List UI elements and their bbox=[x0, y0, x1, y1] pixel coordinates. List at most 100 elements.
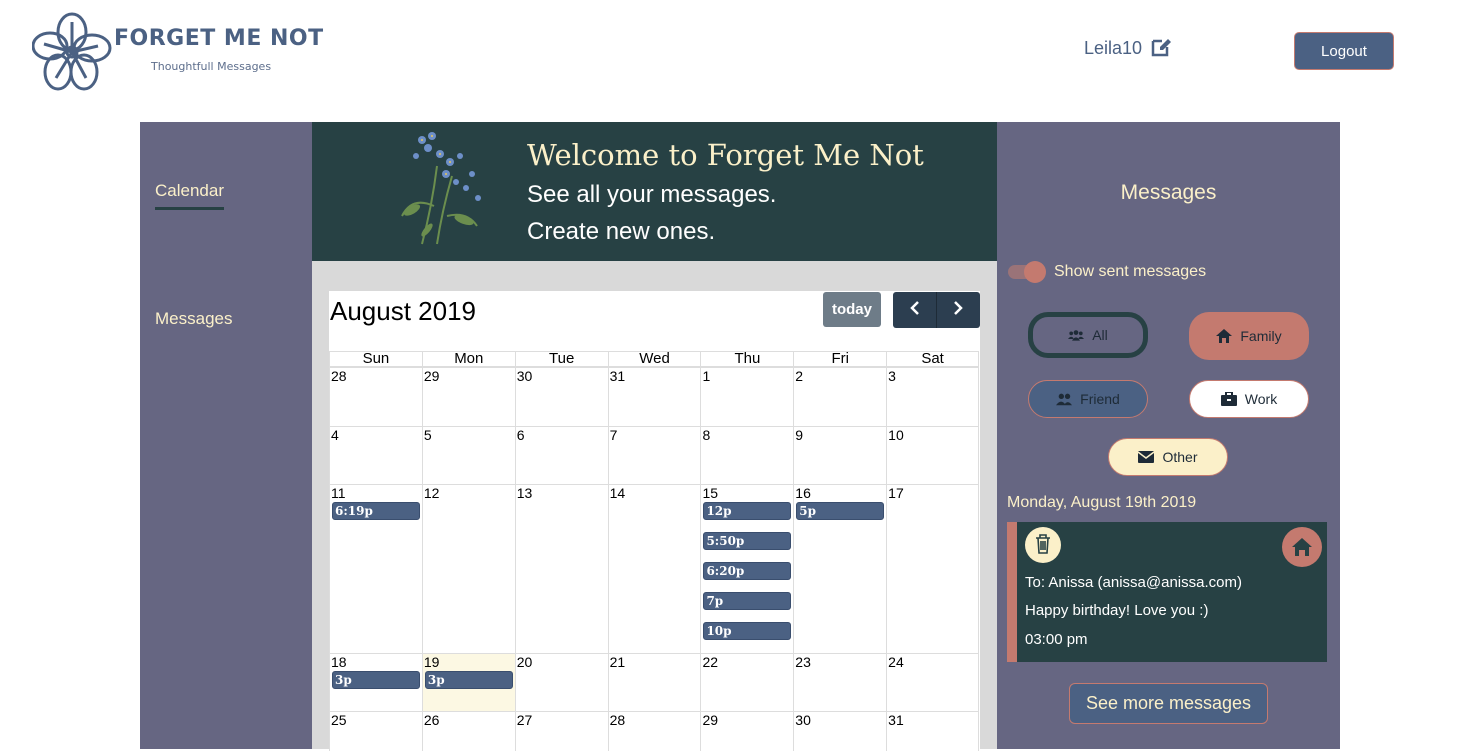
calendar-day-cell[interactable]: 23 bbox=[793, 653, 887, 711]
filter-work-button[interactable]: Work bbox=[1189, 380, 1309, 418]
filter-friend-button[interactable]: Friend bbox=[1028, 380, 1148, 418]
edit-icon[interactable] bbox=[1151, 37, 1173, 57]
home-icon bbox=[1292, 538, 1312, 556]
calendar-day-cell[interactable]: 7 bbox=[607, 426, 701, 484]
day-number: 11 bbox=[331, 485, 346, 501]
calendar-day-cell[interactable]: 6 bbox=[514, 426, 608, 484]
day-of-week-sat: Sat bbox=[886, 351, 980, 367]
calendar-day-cell[interactable]: 2 bbox=[793, 367, 887, 426]
calendar-day-cell[interactable]: 30 bbox=[514, 367, 608, 426]
calendar-day-cell[interactable]: 13 bbox=[514, 484, 608, 653]
day-number: 19 bbox=[423, 654, 440, 670]
messages-panel-title: Messages bbox=[1120, 181, 1217, 204]
left-sidebar: Calendar Messages bbox=[140, 122, 312, 749]
day-of-week-fri: Fri bbox=[793, 351, 887, 367]
day-number: 10 bbox=[888, 427, 904, 443]
calendar-day-cell[interactable]: 8 bbox=[700, 426, 794, 484]
nav-item-calendar[interactable]: Calendar bbox=[155, 181, 224, 210]
calendar-event[interactable]: 3p bbox=[424, 671, 513, 689]
calendar-day-cell[interactable]: 4 bbox=[329, 426, 422, 484]
message-date-heading: Monday, August 19th 2019 bbox=[1007, 494, 1197, 511]
calendar-day-cell[interactable]: 29 bbox=[421, 367, 515, 426]
logout-button[interactable]: Logout bbox=[1294, 32, 1394, 70]
calendar-day-cell[interactable]: 21 bbox=[607, 653, 701, 711]
day-number: 24 bbox=[888, 654, 904, 670]
day-number: 7 bbox=[609, 427, 618, 443]
day-number: 14 bbox=[609, 485, 626, 501]
day-number: 29 bbox=[423, 368, 440, 384]
calendar-day-cell[interactable]: 10 bbox=[886, 426, 980, 484]
calendar-event[interactable]: 7p bbox=[703, 592, 792, 610]
calendar-day-cell[interactable]: 28 bbox=[329, 367, 422, 426]
calendar-title: August 2019 bbox=[330, 296, 477, 326]
calendar-day-cell[interactable]: 9 bbox=[793, 426, 887, 484]
calendar-day-cell[interactable]: 27 bbox=[514, 711, 608, 751]
day-of-week-thu: Thu bbox=[700, 351, 794, 367]
calendar-day-cell[interactable]: 18 3p bbox=[329, 653, 422, 711]
show-sent-toggle[interactable] bbox=[1008, 261, 1046, 283]
calendar-day-cell[interactable]: 17 bbox=[886, 484, 980, 653]
calendar-day-cell[interactable]: 31 bbox=[886, 711, 980, 751]
day-number: 17 bbox=[888, 485, 904, 501]
brand-subtitle: Thoughtfull Messages bbox=[151, 60, 272, 73]
calendar-day-cell[interactable]: 3 bbox=[886, 367, 980, 426]
day-number: 22 bbox=[702, 654, 719, 670]
calendar-event[interactable]: 12p bbox=[703, 502, 792, 520]
calendar-day-cell[interactable]: 15 12p 5:50p 6:20p 7p 10p bbox=[700, 484, 794, 653]
calendar-day-cell[interactable]: 14 bbox=[607, 484, 701, 653]
flower-logo-icon[interactable] bbox=[32, 12, 112, 92]
calendar-event[interactable]: 5p bbox=[796, 502, 885, 520]
calendar-event[interactable]: 6:20p bbox=[703, 562, 792, 580]
calendar-day-cell[interactable]: 22 bbox=[700, 653, 794, 711]
calendar-day-cell[interactable]: 24 bbox=[886, 653, 980, 711]
calendar-day-cell[interactable]: 29 bbox=[700, 711, 794, 751]
calendar-day-cell[interactable]: 30 bbox=[793, 711, 887, 751]
filter-all-button[interactable]: All bbox=[1028, 312, 1148, 358]
calendar-day-cell[interactable]: 26 bbox=[421, 711, 515, 751]
briefcase-icon bbox=[1220, 392, 1237, 406]
nav-item-messages[interactable]: Messages bbox=[155, 309, 232, 329]
delete-message-button[interactable] bbox=[1025, 527, 1061, 563]
day-number: 13 bbox=[516, 485, 533, 501]
calendar: August 2019 today Sun Mon Tue Wed Thu Fri Sat … bbox=[329, 291, 980, 751]
day-number: 30 bbox=[516, 368, 533, 384]
day-number: 28 bbox=[331, 368, 347, 384]
filter-all-label: All bbox=[1092, 327, 1108, 343]
calendar-day-cell[interactable]: 1 bbox=[700, 367, 794, 426]
see-more-messages-button[interactable]: See more messages bbox=[1069, 683, 1268, 724]
filter-friend-label: Friend bbox=[1080, 391, 1120, 407]
calendar-day-cell[interactable]: 31 bbox=[607, 367, 701, 426]
filter-family-label: Family bbox=[1240, 328, 1282, 344]
day-number: 18 bbox=[331, 654, 347, 670]
calendar-event[interactable]: 5:50p bbox=[703, 532, 792, 550]
filter-family-button[interactable]: Family bbox=[1189, 312, 1309, 360]
day-number: 9 bbox=[795, 427, 804, 443]
calendar-event[interactable]: 6:19p bbox=[332, 502, 420, 520]
day-number: 29 bbox=[702, 712, 719, 728]
day-number: 8 bbox=[702, 427, 711, 443]
calendar-event[interactable]: 3p bbox=[332, 671, 420, 689]
trash-icon bbox=[1036, 533, 1050, 554]
calendar-day-cell[interactable]: 28 bbox=[607, 711, 701, 751]
next-month-button[interactable] bbox=[936, 292, 979, 328]
calendar-day-cell[interactable]: 19 3p bbox=[421, 653, 515, 711]
today-button[interactable]: today bbox=[823, 292, 881, 327]
day-of-week-tue: Tue bbox=[514, 351, 608, 367]
day-of-week-wed: Wed bbox=[607, 351, 701, 367]
calendar-day-cell[interactable]: 20 bbox=[514, 653, 608, 711]
calendar-day-cell[interactable]: 12 bbox=[421, 484, 515, 653]
calendar-day-cell[interactable]: 11 6:19p bbox=[329, 484, 422, 653]
day-of-week-sun: Sun bbox=[329, 351, 422, 367]
calendar-event[interactable]: 10p bbox=[703, 622, 792, 640]
day-number: 12 bbox=[423, 485, 440, 501]
show-sent-label: Show sent messages bbox=[1054, 263, 1207, 280]
calendar-nav bbox=[893, 292, 980, 328]
prev-month-button[interactable] bbox=[893, 292, 936, 328]
calendar-day-cell[interactable]: 5 bbox=[421, 426, 515, 484]
toggle-knob bbox=[1024, 261, 1046, 283]
day-number: 5 bbox=[423, 427, 432, 443]
home-icon bbox=[1216, 329, 1233, 343]
filter-other-button[interactable]: Other bbox=[1108, 438, 1228, 476]
calendar-day-cell[interactable]: 16 5p bbox=[793, 484, 887, 653]
calendar-day-cell[interactable]: 25 bbox=[329, 711, 422, 751]
